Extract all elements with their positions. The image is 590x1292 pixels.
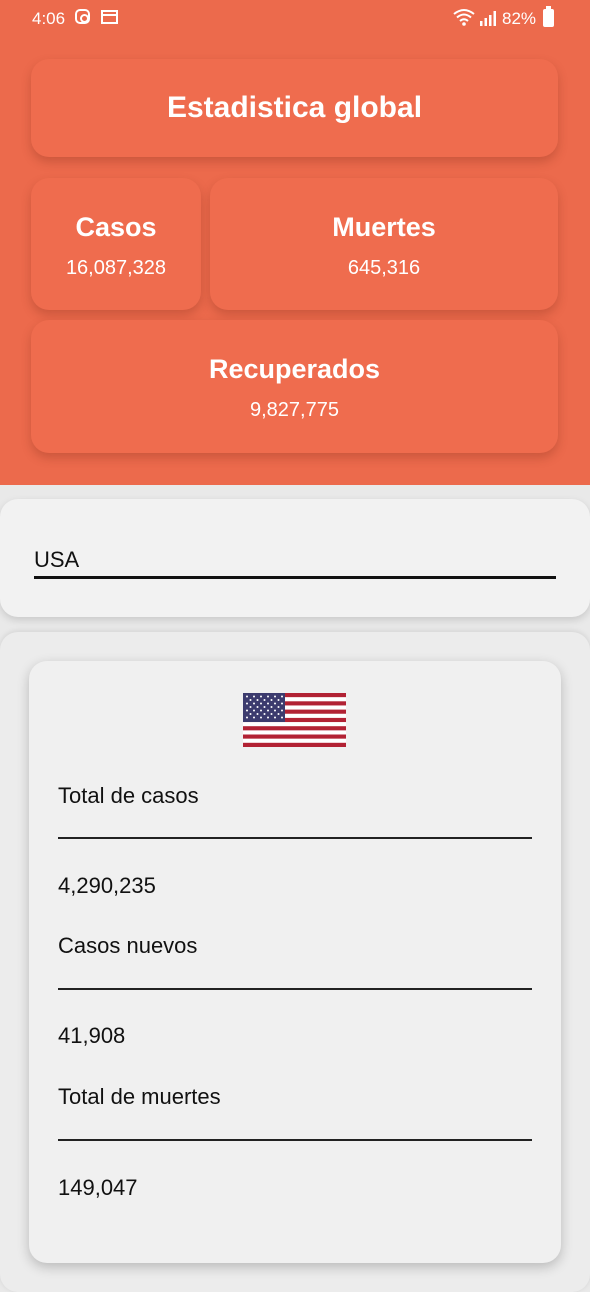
- cases-value: 16,087,328: [65, 257, 167, 279]
- global-stats-header: 4:06 82% Estadistica global Casos 16,087…: [0, 0, 590, 485]
- country-stats-card: [29, 661, 561, 1263]
- deaths-card: Muertes 645,316: [210, 178, 558, 310]
- country-search-input[interactable]: [34, 544, 556, 579]
- status-time: 4:06: [32, 9, 66, 28]
- total-deaths-value: 149,047: [58, 1175, 138, 1200]
- new-cases-value: 41,908: [58, 1023, 126, 1048]
- battery-icon: [543, 6, 554, 27]
- status-bar: 4:06 82%: [0, 0, 590, 38]
- global-stats-title: Estadistica global: [166, 91, 423, 124]
- divider: [58, 837, 532, 839]
- new-cases-label: Casos nuevos: [58, 933, 198, 958]
- deaths-value: 645,316: [347, 257, 421, 279]
- instagram-icon: [75, 9, 90, 24]
- deaths-label: Muertes: [332, 212, 436, 242]
- wifi-icon: [453, 9, 475, 26]
- battery-percent: 82%: [502, 9, 537, 28]
- global-stats-title-card: Estadistica global: [31, 59, 558, 157]
- recovered-card: Recuperados 9,827,775: [31, 320, 558, 453]
- recovered-value: 9,827,775: [250, 399, 339, 421]
- calendar-icon: [101, 10, 118, 24]
- cases-card: Casos 16,087,328: [31, 178, 201, 310]
- us-flag-icon: [243, 693, 346, 747]
- divider: [58, 988, 532, 990]
- divider: [58, 1139, 532, 1141]
- recovered-label: Recuperados: [208, 354, 381, 384]
- total-cases-label: Total de casos: [58, 783, 199, 808]
- signal-icon: [480, 11, 496, 26]
- cases-label: Casos: [75, 212, 157, 242]
- total-cases-value: 4,290,235: [58, 873, 156, 898]
- total-deaths-label: Total de muertes: [58, 1084, 221, 1109]
